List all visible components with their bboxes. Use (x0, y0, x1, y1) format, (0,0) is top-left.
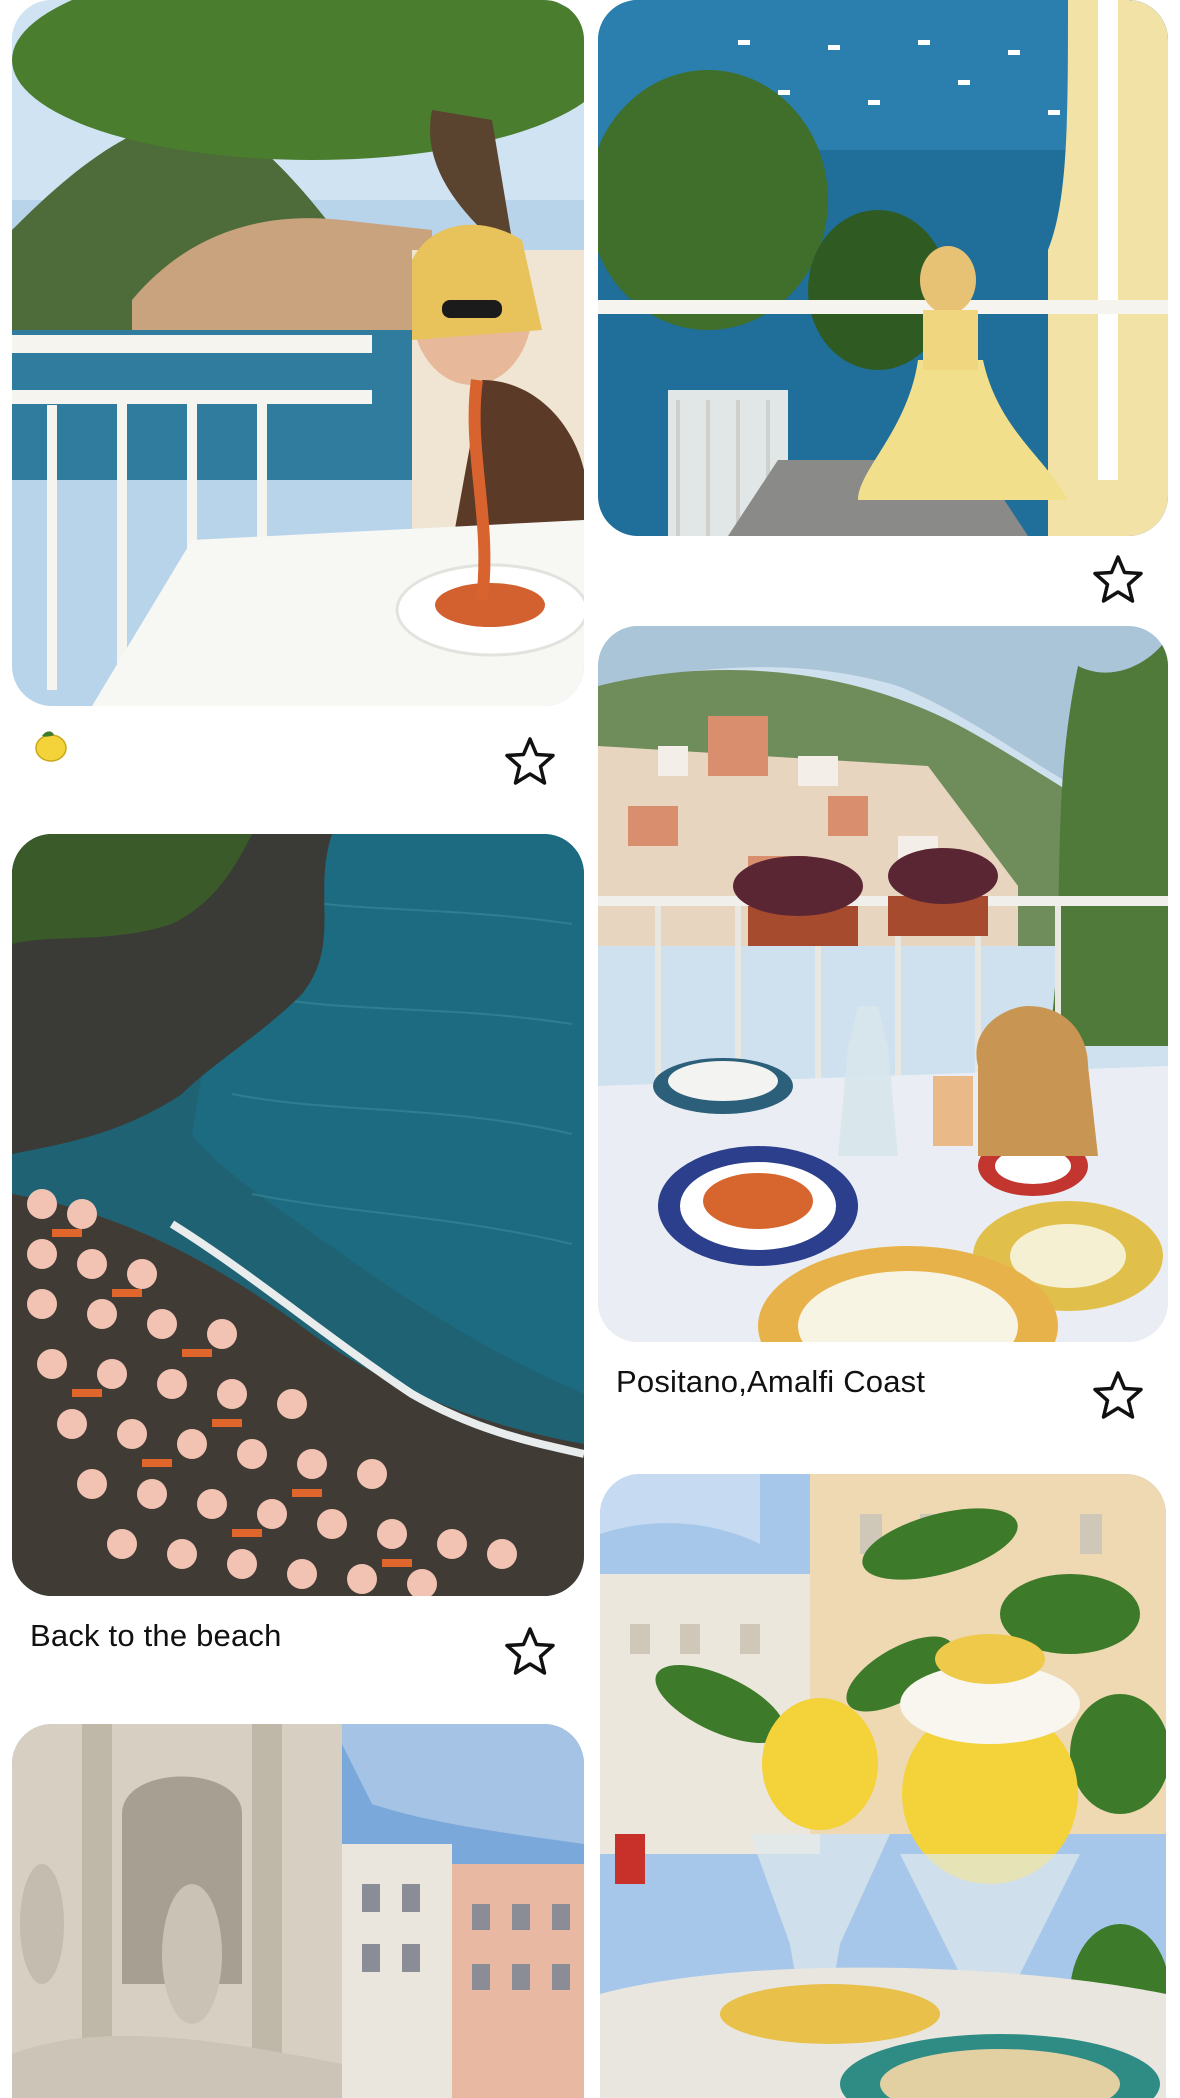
save-star-icon[interactable] (1090, 1368, 1146, 1424)
pin-image-yellow-dress-stairs[interactable] (598, 0, 1168, 536)
save-star-icon[interactable] (502, 1624, 558, 1680)
save-star-icon[interactable] (502, 734, 558, 790)
lemon-icon (35, 731, 67, 762)
pin-image-positano-table[interactable] (598, 626, 1168, 1342)
save-star-icon[interactable] (1090, 552, 1146, 608)
pin-feed: Positano,Amalfi Coast Back to the beach (0, 0, 1180, 2098)
pin-image-trevi-fountain[interactable] (12, 1724, 584, 2098)
pin-caption: Positano,Amalfi Coast (616, 1364, 926, 1399)
pin-image-spaghetti-balcony[interactable] (12, 0, 584, 706)
pin-image-lemon-sorbet[interactable] (600, 1474, 1166, 2098)
pin-image-beach-umbrellas[interactable] (12, 834, 584, 1596)
pin-caption: Back to the beach (30, 1618, 282, 1653)
